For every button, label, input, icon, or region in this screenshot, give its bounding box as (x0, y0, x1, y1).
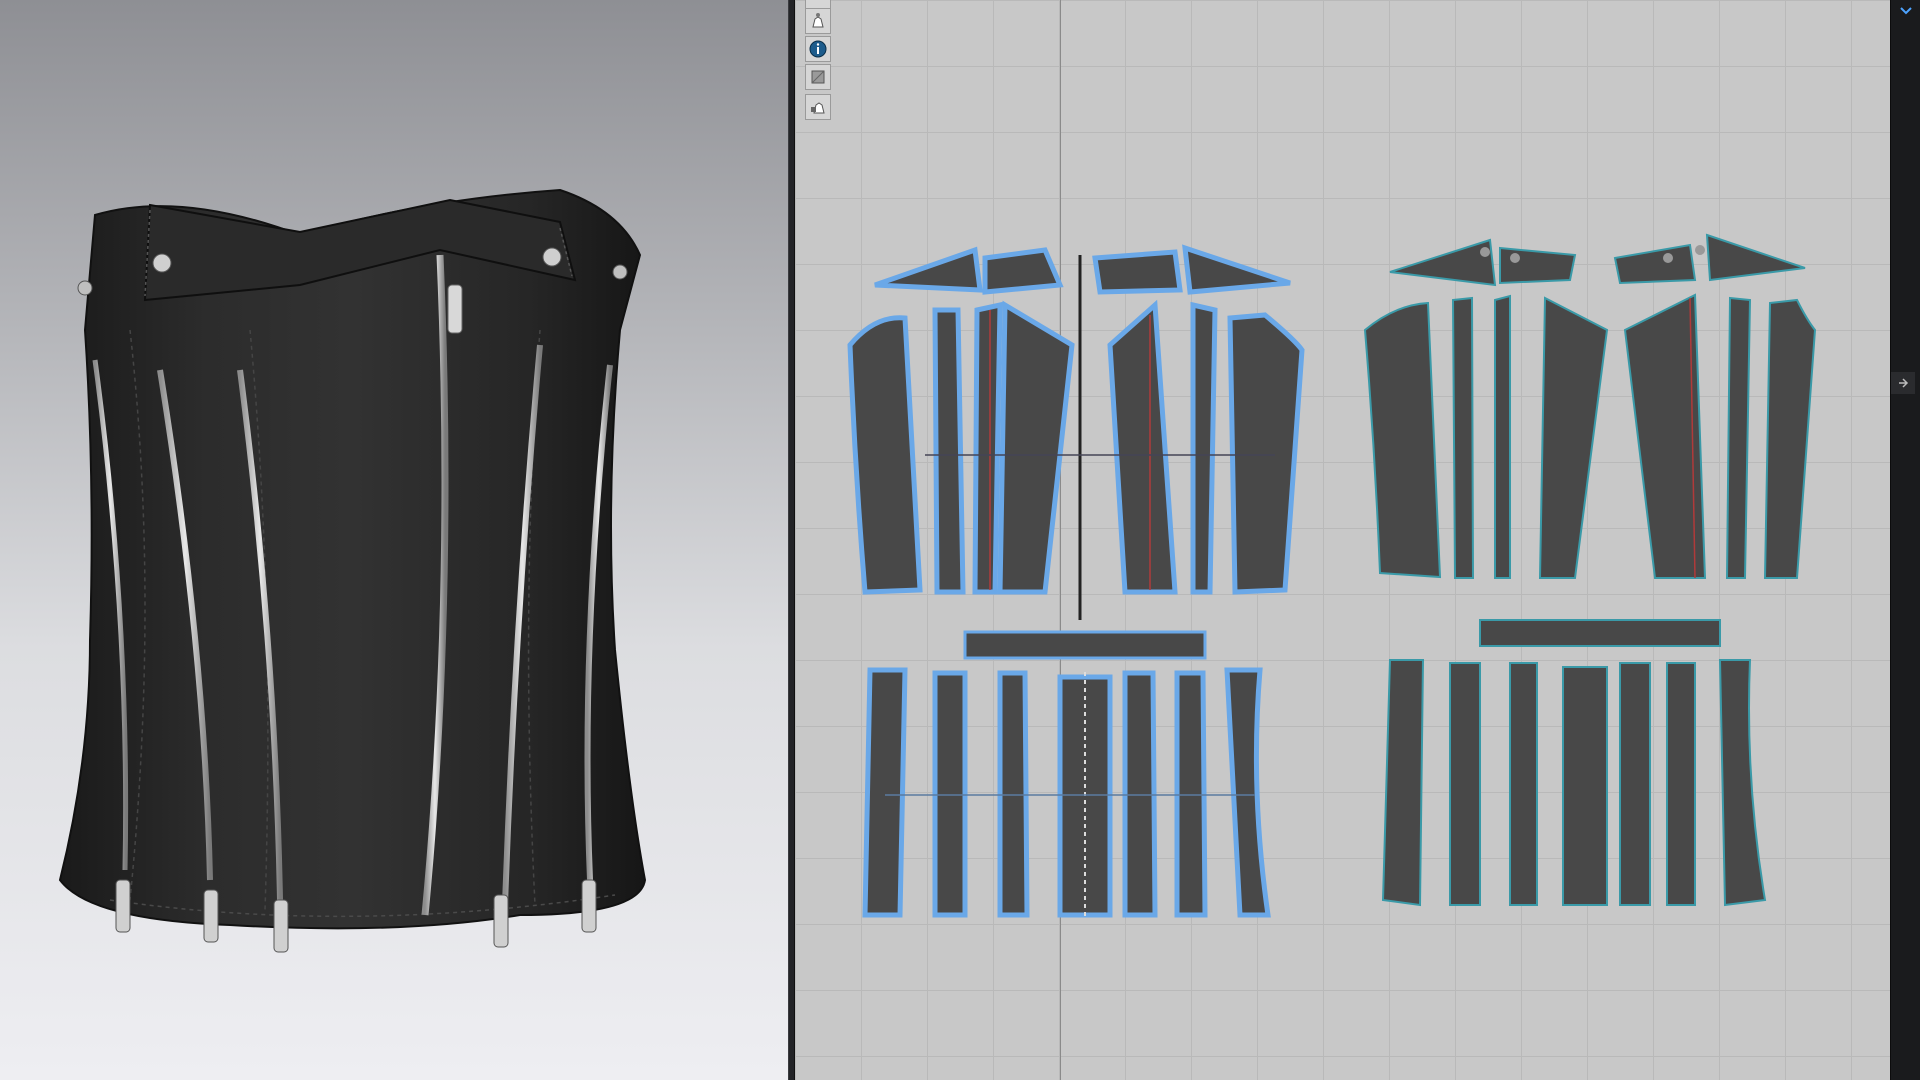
expand-panel-arrow-icon[interactable] (1891, 372, 1915, 394)
pattern-pieces-canvas (847, 233, 1817, 918)
3d-viewport[interactable] (0, 0, 788, 1080)
right-panel-strip[interactable] (1890, 0, 1920, 1080)
chevron-down-icon[interactable] (1899, 6, 1913, 16)
2d-pattern-window[interactable] (795, 0, 1890, 1080)
garment-3d-render (58, 188, 647, 953)
viewport-splitter[interactable] (788, 0, 795, 1080)
pattern-piece-collar-left (874, 244, 1291, 295)
